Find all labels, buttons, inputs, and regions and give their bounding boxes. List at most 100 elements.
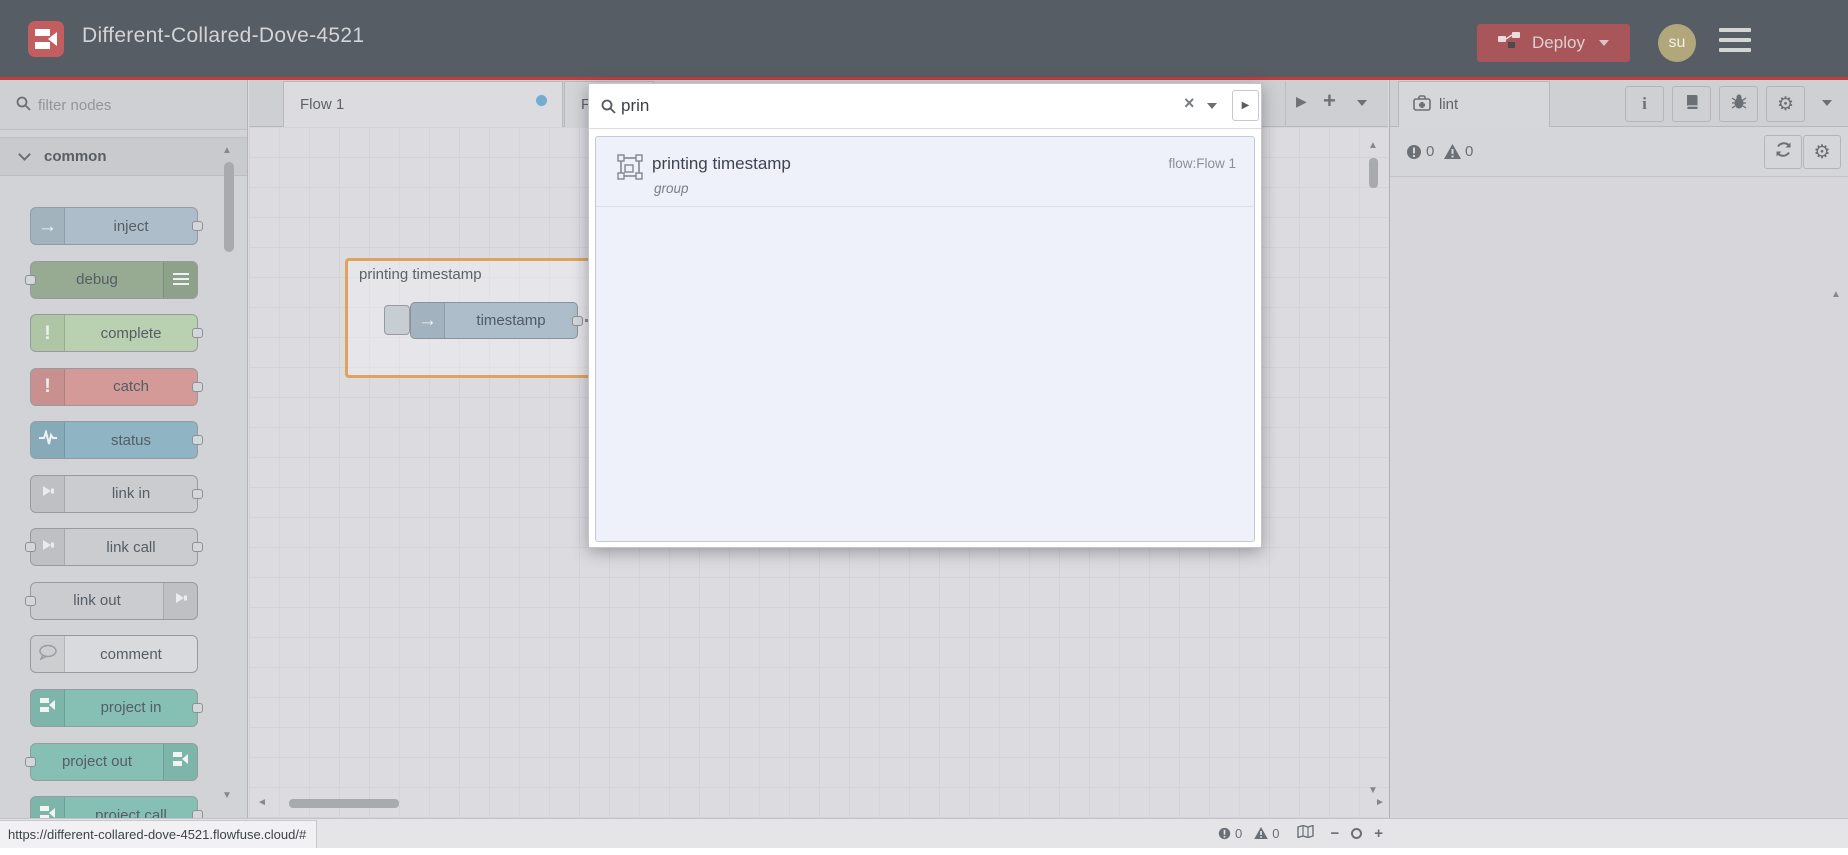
tab-list-caret-icon[interactable] — [1357, 100, 1367, 106]
project-icon — [39, 805, 57, 818]
group-icon — [616, 153, 644, 186]
add-flow-button[interactable]: + — [1323, 88, 1336, 114]
palette-node-label: comment — [100, 645, 162, 663]
palette-node-link-in[interactable]: link in — [30, 474, 203, 513]
palette-node-link-out[interactable]: link out — [25, 581, 198, 620]
palette-node-project-out[interactable]: project out — [25, 742, 198, 781]
palette-node-inject[interactable]: → inject — [30, 207, 203, 245]
book-icon — [1684, 94, 1700, 115]
category-label: common — [44, 148, 107, 165]
search-options-caret-icon[interactable] — [1207, 103, 1217, 109]
zoom-out-button[interactable]: − — [1330, 825, 1339, 842]
sidebar-tab-lint[interactable]: lint — [1398, 81, 1550, 127]
group-label: printing timestamp — [359, 266, 482, 283]
palette-node-project-in[interactable]: project in — [30, 688, 203, 727]
debug-tab-button[interactable] — [1719, 86, 1758, 122]
error-icon — [1407, 144, 1421, 159]
palette-node-comment[interactable]: comment — [30, 635, 198, 674]
filter-nodes-input[interactable] — [38, 92, 218, 118]
tab-scroll-right-icon[interactable]: ▶ — [1296, 93, 1307, 110]
palette-scroll-down-icon[interactable]: ▼ — [222, 790, 232, 801]
search-expand-button[interactable]: ▶ — [1232, 90, 1259, 121]
palette-node-debug[interactable]: debug — [25, 260, 198, 299]
node-icon-zone: ! — [31, 368, 65, 405]
link-icon — [40, 537, 56, 558]
url-text: https://different-collared-dove-4521.flo… — [8, 827, 307, 842]
canvas-hscrollbar-thumb[interactable] — [289, 799, 399, 808]
lint-scroll-up-icon[interactable]: ▲ — [1831, 289, 1841, 300]
palette-node-label: catch — [113, 378, 149, 396]
deploy-button[interactable]: Deploy — [1477, 24, 1630, 62]
canvas-vscrollbar-thumb[interactable] — [1369, 158, 1378, 188]
output-port — [192, 328, 203, 339]
output-port — [192, 810, 203, 818]
palette-node-complete[interactable]: ! complete — [30, 314, 203, 353]
hamburger-menu-icon[interactable] — [1719, 28, 1751, 52]
deploy-caret-icon[interactable] — [1598, 40, 1609, 46]
info-tab-button[interactable]: i — [1625, 86, 1664, 122]
palette-node-label: link out — [73, 592, 121, 610]
lint-tab-label: lint — [1439, 96, 1459, 113]
inject-trigger-button[interactable] — [384, 305, 410, 335]
palette-filter — [0, 80, 247, 130]
palette-node-link-call[interactable]: link call — [25, 528, 203, 567]
right-sidebar: lint i ⚙ 0 0 ⚙ ▲ — [1389, 80, 1848, 818]
search-input-row: × ▶ — [589, 84, 1261, 129]
canvas-scroll-up-icon[interactable]: ▲ — [1368, 140, 1378, 151]
exclaim-icon: ! — [44, 322, 51, 344]
footer-warning-count: 0 — [1254, 826, 1279, 841]
sidebar-menu-caret-icon[interactable] — [1822, 100, 1832, 106]
node-icon-zone — [31, 689, 65, 726]
zoom-in-button[interactable]: + — [1374, 825, 1383, 842]
map-toggle-button[interactable] — [1297, 824, 1315, 841]
project-icon — [39, 697, 57, 718]
lint-error-count: 0 — [1406, 143, 1434, 160]
arrow-icon: → — [38, 215, 57, 237]
lint-settings-button[interactable]: ⚙ — [1803, 135, 1841, 169]
inject-node-label: timestamp — [476, 312, 546, 329]
output-port[interactable] — [572, 315, 583, 326]
output-port — [192, 702, 203, 713]
search-dialog: × ▶ printing timestamp group flow:Flow 1 — [588, 83, 1262, 548]
gear-icon: ⚙ — [1776, 93, 1795, 115]
user-avatar[interactable]: su — [1658, 24, 1696, 62]
sidebar-tabbar: lint i ⚙ — [1390, 80, 1848, 127]
canvas-scroll-right-icon[interactable]: ► — [1375, 797, 1385, 808]
node-icon-zone — [31, 636, 65, 673]
clear-search-icon[interactable]: × — [1184, 93, 1195, 114]
refresh-button[interactable] — [1764, 135, 1802, 169]
output-port — [192, 488, 203, 499]
palette-node-catch[interactable]: ! catch — [30, 367, 203, 406]
config-tab-button[interactable]: ⚙ — [1766, 86, 1805, 122]
divider — [1285, 81, 1286, 127]
search-result-row[interactable]: printing timestamp group flow:Flow 1 — [596, 137, 1254, 207]
error-icon — [1218, 827, 1231, 839]
pulse-icon — [38, 428, 58, 451]
palette-scrollbar-thumb[interactable] — [224, 162, 234, 252]
input-port — [25, 274, 36, 285]
zoom-reset-button[interactable] — [1351, 827, 1363, 839]
output-port — [192, 542, 203, 553]
palette-node-project-call[interactable]: project call — [30, 796, 203, 818]
link-icon — [40, 483, 56, 504]
search-icon — [16, 96, 31, 116]
palette-node-status[interactable]: status — [30, 421, 203, 460]
help-tab-button[interactable] — [1672, 86, 1711, 122]
lint-icon — [1413, 94, 1431, 115]
footer-error-count: 0 — [1218, 826, 1242, 841]
deploy-label: Deploy — [1532, 33, 1585, 52]
lint-toolbar: 0 0 ⚙ — [1390, 127, 1848, 177]
page-title: Different-Collared-Dove-4521 — [82, 24, 365, 47]
inject-node[interactable]: → timestamp — [410, 302, 583, 339]
palette-scroll-up-icon[interactable]: ▲ — [222, 145, 232, 156]
canvas-scroll-left-icon[interactable]: ◄ — [257, 797, 267, 808]
palette-node-label: debug — [76, 271, 118, 289]
tab-flow-1[interactable]: Flow 1 — [283, 81, 563, 127]
result-flow: flow:Flow 1 — [1168, 156, 1236, 171]
palette-category-common[interactable]: common — [0, 137, 247, 176]
canvas-scroll-down-icon[interactable]: ▼ — [1368, 785, 1378, 796]
search-input[interactable] — [621, 92, 1161, 120]
node-icon-zone: → — [31, 208, 65, 244]
search-results: printing timestamp group flow:Flow 1 — [595, 136, 1255, 542]
result-title: printing timestamp — [652, 154, 791, 173]
